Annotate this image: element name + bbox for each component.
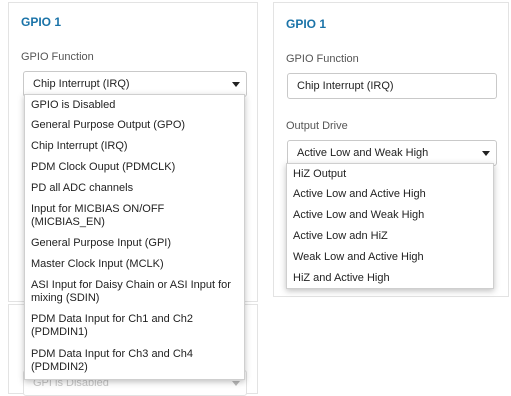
menu-option[interactable]: Input for MICBIAS ON/OFF (MICBIAS_EN) <box>25 199 244 233</box>
menu-option[interactable]: HiZ and Active High <box>287 268 493 288</box>
chevron-down-icon[interactable] <box>232 381 240 386</box>
menu-option[interactable]: Weak Low and Active High <box>287 247 493 268</box>
gpio-function-value: Chip Interrupt (IRQ) <box>297 80 394 92</box>
menu-option[interactable]: PDM Data Input for Ch3 and Ch4 (PDMDIN2) <box>25 343 244 378</box>
menu-option[interactable]: General Purpose Output (GPO) <box>25 115 244 136</box>
gpio-function-options-menu: GPIO is Disabled General Purpose Output … <box>24 94 245 380</box>
gpio-function-label: GPIO Function <box>21 51 94 63</box>
panel-title: GPIO 1 <box>286 17 327 31</box>
menu-option[interactable]: General Purpose Input (GPI) <box>25 233 244 254</box>
output-drive-label: Output Drive <box>286 120 348 132</box>
gpio-function-select[interactable]: Chip Interrupt (IRQ) <box>287 73 497 99</box>
menu-option[interactable]: Master Clock Input (MCLK) <box>25 254 244 275</box>
menu-option[interactable]: GPIO is Disabled <box>25 95 244 115</box>
gpio-function-value: Chip Interrupt (IRQ) <box>33 78 130 90</box>
output-drive-options-menu: HiZ Output Active Low and Active High Ac… <box>286 163 494 289</box>
menu-option[interactable]: PDM Data Input for Ch1 and Ch2 (PDMDIN1) <box>25 309 244 343</box>
menu-option[interactable]: Active Low and Weak High <box>287 205 493 226</box>
chevron-down-icon[interactable] <box>482 151 490 156</box>
gpio-function-label: GPIO Function <box>286 53 359 65</box>
menu-option[interactable]: Active Low and Active High <box>287 184 493 205</box>
menu-option[interactable]: PD all ADC channels <box>25 178 244 199</box>
menu-option[interactable]: Chip Interrupt (IRQ) <box>25 136 244 157</box>
menu-option[interactable]: ASI Input for Daisy Chain or ASI Input f… <box>25 275 244 309</box>
menu-option[interactable]: Active Low adn HiZ <box>287 226 493 247</box>
menu-option[interactable]: PDM Clock Ouput (PDMCLK) <box>25 157 244 178</box>
output-drive-value: Active Low and Weak High <box>297 147 429 159</box>
panel-title: GPIO 1 <box>21 15 62 29</box>
menu-option[interactable]: HiZ Output <box>287 164 493 184</box>
chevron-down-icon[interactable] <box>232 82 240 87</box>
